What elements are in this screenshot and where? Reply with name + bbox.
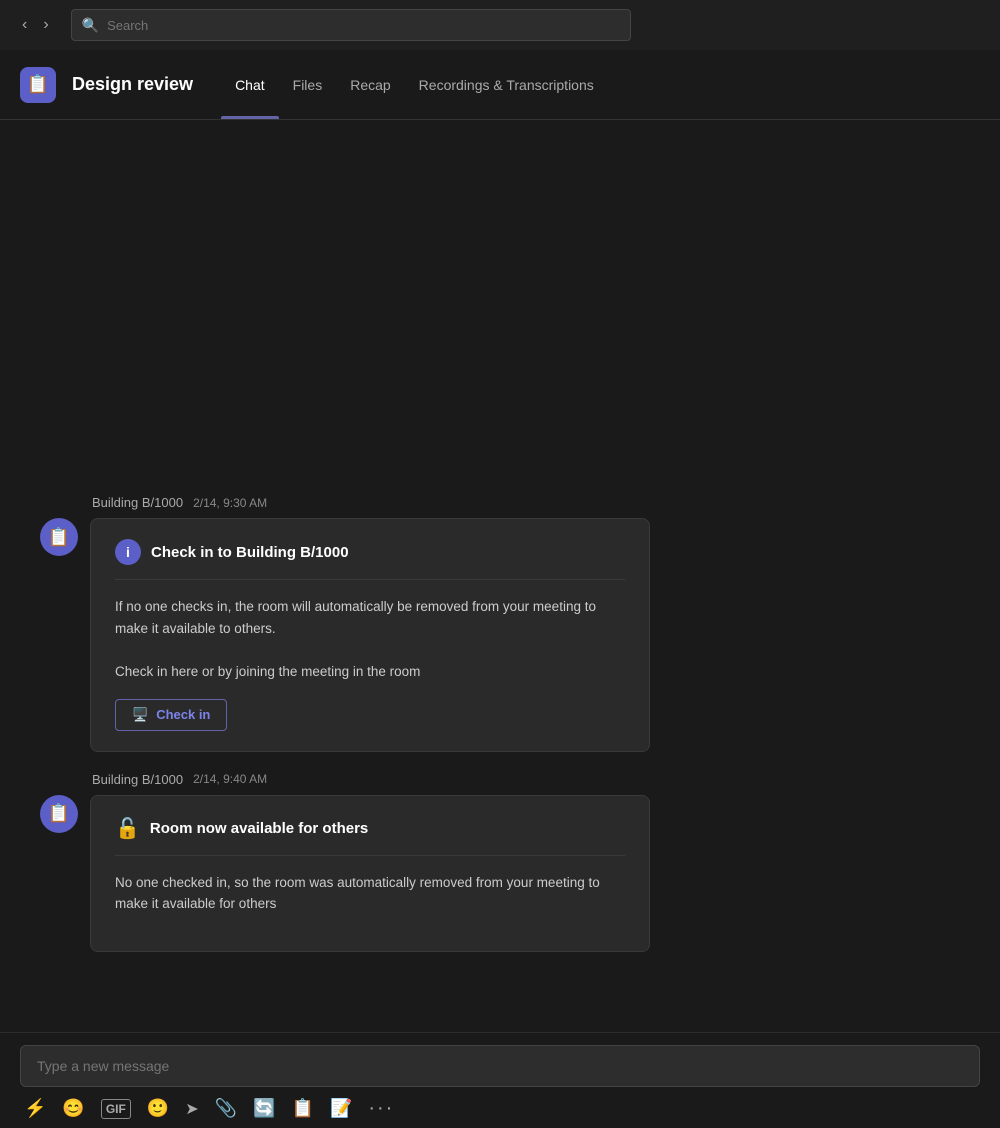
available-card: 🔓 Room now available for others No one c… xyxy=(90,795,650,952)
top-bar: ‹ › 🔍 xyxy=(0,0,1000,50)
card-title-row-2: 🔓 Room now available for others xyxy=(115,816,625,856)
checkin-button-label: Check in xyxy=(156,707,210,722)
whiteboard-icon[interactable]: 📋 xyxy=(292,1098,314,1119)
gif-icon[interactable]: GIF xyxy=(101,1099,131,1119)
message-group: Building B/1000 2/14, 9:30 AM 📋 i Check … xyxy=(0,495,1000,751)
tab-chat[interactable]: Chat xyxy=(221,50,279,119)
input-area: ⚡ 😊 GIF 🙂 ➤ 📎 🔄 📋 📝 ··· xyxy=(0,1032,1000,1128)
unlock-icon: 🔓 xyxy=(115,816,140,841)
search-input[interactable] xyxy=(107,18,620,33)
tab-recordings[interactable]: Recordings & Transcriptions xyxy=(405,50,608,119)
message-time: 2/14, 9:30 AM xyxy=(193,496,267,510)
card-title-2: Room now available for others xyxy=(150,820,368,837)
tab-files[interactable]: Files xyxy=(279,50,337,119)
notes-icon[interactable]: 📝 xyxy=(330,1098,352,1119)
avatar: 📋 xyxy=(40,518,78,556)
tabs: Chat Files Recap Recordings & Transcript… xyxy=(221,50,608,119)
toolbar-icons: ⚡ 😊 GIF 🙂 ➤ 📎 🔄 📋 📝 ··· xyxy=(20,1097,980,1120)
send-icon[interactable]: ➤ xyxy=(185,1099,198,1119)
message-time-2: 2/14, 9:40 AM xyxy=(193,772,267,786)
card-body-text1: If no one checks in, the room will autom… xyxy=(115,596,625,639)
sender-name-2: Building B/1000 xyxy=(92,772,183,787)
sticker-icon[interactable]: 🙂 xyxy=(147,1098,169,1119)
check-in-button[interactable]: 🖥️ Check in xyxy=(115,699,227,731)
format-icon[interactable]: ⚡ xyxy=(24,1098,46,1119)
forward-button[interactable]: › xyxy=(37,12,54,38)
loop-icon[interactable]: 🔄 xyxy=(253,1098,275,1119)
nav-arrows: ‹ › xyxy=(16,12,55,38)
message-row-2: 📋 🔓 Room now available for others No one… xyxy=(40,795,960,952)
channel-bar: 📋 Design review Chat Files Recap Recordi… xyxy=(0,50,1000,120)
message-meta: Building B/1000 2/14, 9:30 AM xyxy=(40,495,960,510)
card-body-text3: No one checked in, so the room was autom… xyxy=(115,872,625,915)
channel-name: Design review xyxy=(72,74,193,95)
search-bar: 🔍 xyxy=(71,9,631,41)
back-button[interactable]: ‹ xyxy=(16,12,33,38)
attach-icon[interactable]: 📎 xyxy=(215,1098,237,1119)
message-group-2: Building B/1000 2/14, 9:40 AM 📋 🔓 Room n… xyxy=(0,772,1000,952)
info-icon: i xyxy=(115,539,141,565)
card-title-row: i Check in to Building B/1000 xyxy=(115,539,625,580)
chat-area: Building B/1000 2/14, 9:30 AM 📋 i Check … xyxy=(0,120,1000,1032)
card-title: Check in to Building B/1000 xyxy=(151,544,349,561)
message-meta-2: Building B/1000 2/14, 9:40 AM xyxy=(40,772,960,787)
channel-avatar: 📋 xyxy=(20,67,56,103)
search-icon: 🔍 xyxy=(82,17,99,34)
sender-name: Building B/1000 xyxy=(92,495,183,510)
checkin-icon: 🖥️ xyxy=(132,707,148,723)
message-row: 📋 i Check in to Building B/1000 If no on… xyxy=(40,518,960,751)
checkin-card: i Check in to Building B/1000 If no one … xyxy=(90,518,650,751)
tab-recap[interactable]: Recap xyxy=(336,50,404,119)
message-input[interactable] xyxy=(20,1045,980,1087)
card-body: If no one checks in, the room will autom… xyxy=(115,596,625,682)
card-body-2: No one checked in, so the room was autom… xyxy=(115,872,625,915)
avatar-2: 📋 xyxy=(40,795,78,833)
more-icon[interactable]: ··· xyxy=(368,1097,394,1120)
emoji-icon[interactable]: 😊 xyxy=(62,1098,84,1119)
card-body-text2: Check in here or by joining the meeting … xyxy=(115,661,625,683)
